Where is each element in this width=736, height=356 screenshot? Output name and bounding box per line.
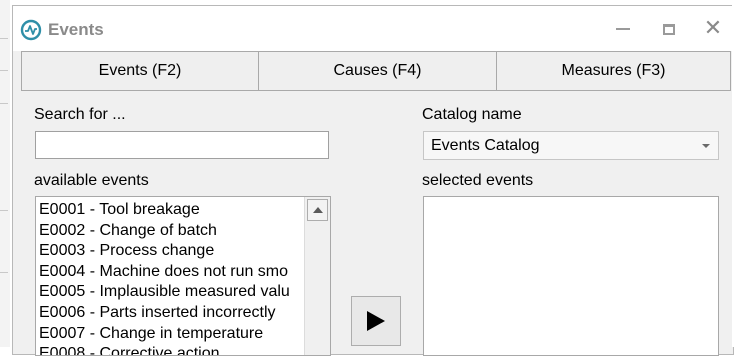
list-item[interactable]: E0003 - Process change <box>39 241 303 262</box>
search-label: Search for ... <box>34 106 126 123</box>
close-button[interactable]: ✕ <box>699 16 727 42</box>
selected-events-list[interactable] <box>423 196 719 356</box>
catalog-selected-value: Events Catalog <box>431 137 540 154</box>
events-dialog: Events ✕ Events (F2) Causes (F4) Measure… <box>12 5 734 356</box>
selected-events-label: selected events <box>422 172 534 189</box>
available-events-items: E0001 - Tool breakage E0002 - Change of … <box>39 200 303 355</box>
list-item[interactable]: E0005 - Implausible measured valu <box>39 282 303 303</box>
available-events-list[interactable]: E0001 - Tool breakage E0002 - Change of … <box>35 196 331 356</box>
list-item[interactable]: E0006 - Parts inserted incorrectly <box>39 303 303 324</box>
edge-tick <box>0 272 8 273</box>
tab-bar: Events (F2) Causes (F4) Measures (F3) <box>21 51 731 91</box>
tab-measures[interactable]: Measures (F3) <box>496 51 731 91</box>
scroll-up-button[interactable] <box>307 199 328 221</box>
close-icon: ✕ <box>703 16 723 41</box>
list-item[interactable]: E0008 - Corrective action <box>39 344 303 355</box>
edge-tick <box>0 210 8 211</box>
title-bar[interactable]: Events ✕ <box>13 6 733 51</box>
edge-tick <box>0 103 8 104</box>
catalog-label: Catalog name <box>422 106 522 123</box>
edge-tick <box>0 38 8 39</box>
play-arrow-icon <box>367 311 385 331</box>
background-edge <box>0 0 10 347</box>
minimize-icon <box>616 28 630 30</box>
arrow-up-icon <box>313 207 323 213</box>
window-title: Events <box>48 20 104 39</box>
catalog-dropdown[interactable]: Events Catalog <box>423 131 719 160</box>
add-event-button[interactable] <box>351 296 401 346</box>
list-item[interactable]: E0004 - Machine does not run smo <box>39 262 303 283</box>
events-app-icon <box>20 19 42 41</box>
background-edge-right <box>732 0 736 347</box>
list-item[interactable]: E0002 - Change of batch <box>39 221 303 242</box>
list-item[interactable]: E0007 - Change in temperature <box>39 324 303 345</box>
minimize-button[interactable] <box>609 16 637 42</box>
scrollbar[interactable] <box>304 197 330 355</box>
search-input[interactable] <box>35 131 329 159</box>
edge-tick <box>0 70 8 71</box>
chevron-down-icon <box>702 144 710 148</box>
maximize-icon <box>663 23 675 35</box>
available-events-label: available events <box>34 172 149 189</box>
tab-events[interactable]: Events (F2) <box>21 51 259 91</box>
maximize-button[interactable] <box>655 16 683 42</box>
list-item[interactable]: E0001 - Tool breakage <box>39 200 303 221</box>
tab-causes[interactable]: Causes (F4) <box>258 51 497 91</box>
